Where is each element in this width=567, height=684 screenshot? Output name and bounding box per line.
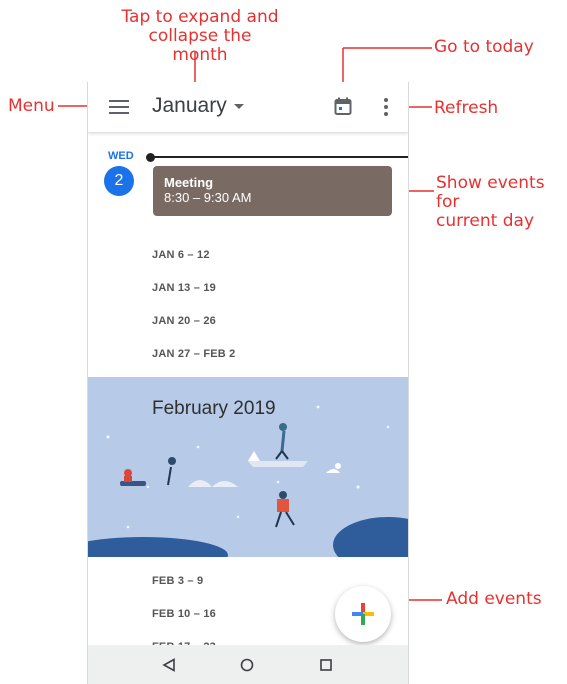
week-range[interactable]: FEB 3 – 9 bbox=[152, 575, 203, 587]
event-card[interactable]: Meeting 8:30 – 9:30 AM bbox=[153, 166, 392, 216]
month-title[interactable]: January bbox=[152, 94, 227, 118]
month-banner-title: February 2019 bbox=[152, 398, 276, 419]
schedule-list[interactable]: WED 2 Meeting 8:30 – 9:30 AM JAN 6 – 12 … bbox=[88, 133, 408, 646]
menu-icon[interactable] bbox=[109, 100, 129, 114]
system-nav-bar bbox=[88, 645, 408, 684]
week-range[interactable]: JAN 13 – 19 bbox=[152, 282, 216, 294]
more-vert-icon[interactable] bbox=[384, 98, 388, 116]
event-time: 8:30 – 9:30 AM bbox=[164, 190, 252, 205]
week-range[interactable]: JAN 27 – FEB 2 bbox=[152, 348, 236, 360]
calendar-today-icon[interactable] bbox=[334, 97, 352, 115]
add-event-button[interactable] bbox=[335, 586, 391, 642]
week-range[interactable]: FEB 10 – 16 bbox=[152, 608, 216, 620]
today-date-badge[interactable]: 2 bbox=[104, 166, 134, 196]
back-icon[interactable] bbox=[162, 658, 176, 672]
calendar-app: January WED 2 Meeting 8:30 – 9:30 AM JAN… bbox=[87, 82, 409, 684]
weekday-label: WED bbox=[108, 150, 134, 162]
week-range[interactable]: JAN 20 – 26 bbox=[152, 315, 216, 327]
chevron-down-icon[interactable] bbox=[234, 104, 244, 109]
month-banner: February 2019 bbox=[88, 377, 408, 557]
week-range[interactable]: JAN 6 – 12 bbox=[152, 249, 210, 261]
recents-icon[interactable] bbox=[319, 658, 333, 672]
add-icon bbox=[352, 603, 374, 625]
app-bar: January bbox=[88, 82, 408, 133]
current-time-line bbox=[152, 156, 408, 158]
event-title: Meeting bbox=[164, 175, 214, 190]
home-icon[interactable] bbox=[240, 658, 254, 672]
